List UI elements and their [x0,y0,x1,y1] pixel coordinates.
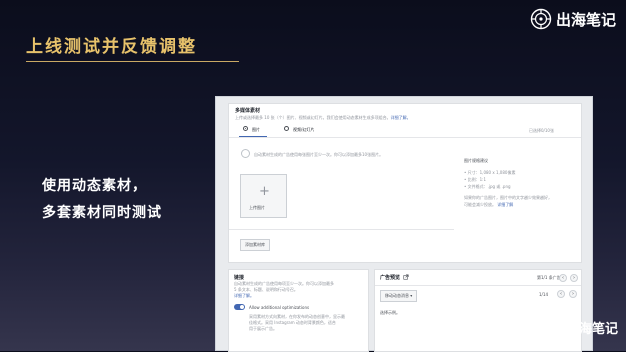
chevron-left-icon[interactable]: ‹ [559,274,567,282]
media-subtitle-link[interactable]: 详细了解。 [391,115,411,120]
media-subtitle-text: 上传或选择最多 10 张（个）图片、视频或幻灯片。我们会使用动态素材生成多项组合… [235,115,391,120]
spec-link[interactable]: 详细了解 [497,202,513,207]
caption-line-2: 多套素材同时测试 [42,205,162,221]
spec-note-2: 可能会减少投放。 详细了解 [464,202,513,208]
title-rule [26,61,239,62]
media-heading: 多媒体素材 [235,108,261,114]
brand: 出海笔记 [530,8,616,30]
ads-manager-screenshot: 多媒体素材 上传或选择最多 10 张（个）图片、视频或幻灯片。我们会使用动态素材… [215,96,593,352]
compass-logo-icon [530,8,552,30]
optimization-label: Allow additional optimizations [249,305,310,310]
radio-images[interactable] [243,126,248,131]
tab-divider [229,137,581,138]
spec-note-2-text: 可能会减少投放。 [464,202,496,207]
spec-size: • 尺寸：1,080 x 1,080像素 [464,170,516,175]
preview-counter: 1/14 [539,292,548,297]
wechat-watermark: 出海笔记 [544,318,618,337]
caption: 使用动态素材， 多套素材同时测试 [42,173,162,227]
upload-image-tile[interactable]: + 上传图片 [240,174,287,218]
optimization-toggle[interactable] [234,304,245,310]
upload-image-label: 上传图片 [249,205,265,210]
tab-video[interactable]: 视频/幻灯片 [293,127,314,133]
wechat-name: 出海笔记 [565,322,618,337]
preview-heading: 广告预览 [380,275,401,281]
placement-dropdown[interactable]: 移动动态消息 ▾ [380,290,418,302]
link-desc-link[interactable]: 详细了解。 [234,293,254,299]
preview-divider [375,285,581,286]
face-icon [241,149,250,158]
optimization-body-3: 用于展示广告。 [249,326,277,331]
selected-count: 已选择0/10张 [529,128,554,133]
link-heading: 链接 [234,275,245,281]
specs-title: 图片规格建议 [464,158,488,163]
radio-video[interactable] [284,126,289,131]
media-bottom-divider [229,229,454,230]
spec-format: • 文件格式：.jpg 或 .png [464,184,511,189]
chevron-right-icon[interactable]: › [570,274,578,282]
preview-text: 选择示例。 [380,310,400,315]
wechat-icon [544,321,561,334]
add-library-button[interactable]: 添加素材库 [240,239,270,251]
spec-note-1: 如果你的广告图片，图片中的文字越少效果越好， [464,195,552,200]
media-panel: 多媒体素材 上传或选择最多 10 张（个）图片、视频或幻灯片。我们会使用动态素材… [228,103,582,263]
preview-panel: 广告预览 第1/1 条广告 ‹ › 移动动态消息 ▾ 1/14 ‹ › 选择示例… [374,269,582,352]
plus-icon: + [259,184,270,199]
spec-ratio: • 比例：1:1 [464,177,487,182]
media-hint: 自动素材生成的广告使用每张图片至少一次。你可以添加最多10张图片。 [254,152,384,157]
caption-line-1: 使用动态素材， [42,178,147,194]
media-subtitle: 上传或选择最多 10 张（个）图片、视频或幻灯片。我们会使用动态素材生成多项组合… [235,115,411,121]
tab-images[interactable]: 图片 [252,127,260,133]
next-preview-button[interactable]: › [569,290,577,298]
link-panel: 链接 自动素材生成的广告使用每项至少一次。你可以添加最多 5 条文本、标题、说明… [228,269,369,352]
slide-title: 上线测试并反馈调整 [26,37,197,57]
external-link-icon[interactable] [403,274,409,280]
brand-name: 出海笔记 [555,10,616,29]
preview-page: 第1/1 条广告 [537,275,561,280]
placement-label: 移动动态消息 [385,293,409,298]
prev-preview-button[interactable]: ‹ [557,290,565,298]
